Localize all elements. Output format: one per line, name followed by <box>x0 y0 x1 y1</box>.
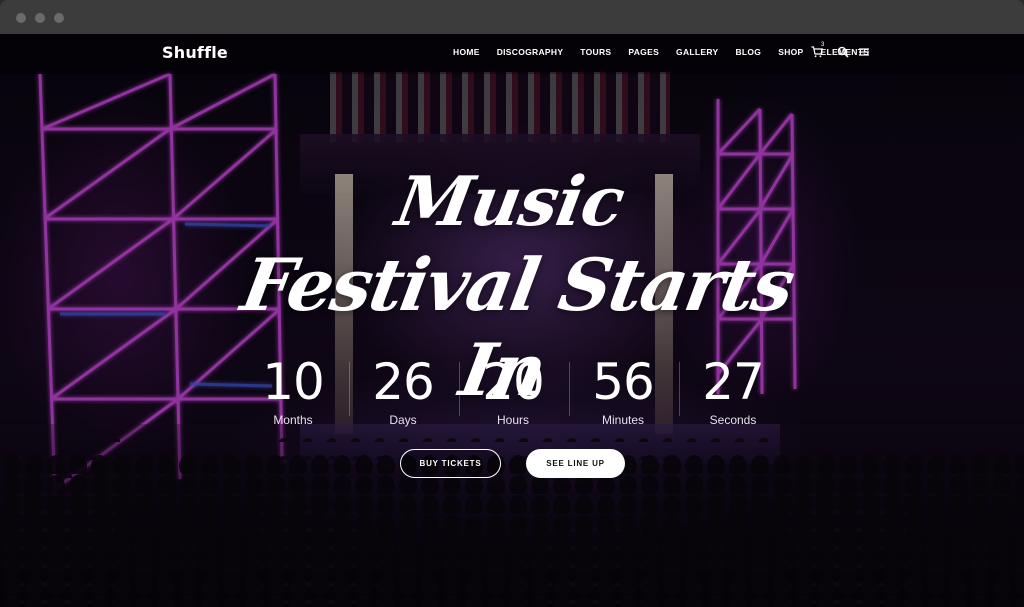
countdown-minutes: 56 Minutes <box>568 354 678 427</box>
cart-count-badge: 3 <box>821 42 825 48</box>
nav-item-blog[interactable]: BLOG <box>735 47 761 57</box>
countdown-label: Hours <box>496 413 529 427</box>
cart-button[interactable]: 3 <box>811 42 825 59</box>
search-icon[interactable] <box>837 46 849 58</box>
page-viewport: Shuffle HOME DISCOGRAPHY TOURS PAGES GAL… <box>0 34 1024 607</box>
countdown-value: 27 <box>702 353 765 411</box>
countdown-value: 10 <box>262 353 325 411</box>
countdown-label: Seconds <box>709 413 757 427</box>
countdown-days: 26 Days <box>348 354 458 427</box>
window-titlebar <box>0 0 1024 34</box>
minimize-dot[interactable] <box>35 13 45 23</box>
close-dot[interactable] <box>16 13 26 23</box>
countdown-months: 10 Months <box>238 354 348 427</box>
buy-tickets-button[interactable]: BUY TICKETS <box>400 449 501 478</box>
top-navbar: Shuffle HOME DISCOGRAPHY TOURS PAGES GAL… <box>0 34 1024 74</box>
hero-title-line1: Music <box>390 162 630 242</box>
countdown-seconds: 27 Seconds <box>678 354 788 427</box>
countdown-value: 20 <box>482 353 545 411</box>
countdown-hours: 20 Hours <box>458 354 568 427</box>
nav-item-discography[interactable]: DISCOGRAPHY <box>497 47 564 57</box>
browser-window: Shuffle HOME DISCOGRAPHY TOURS PAGES GAL… <box>0 0 1024 607</box>
countdown-value: 56 <box>592 353 655 411</box>
nav-item-pages[interactable]: PAGES <box>628 47 659 57</box>
see-line-up-button[interactable]: SEE LINE UP <box>526 449 625 478</box>
nav-icons: 3 <box>811 42 879 59</box>
nav-item-shop[interactable]: SHOP <box>778 47 803 57</box>
countdown-label: Months <box>273 413 313 427</box>
nav-item-tours[interactable]: TOURS <box>580 47 611 57</box>
nav-item-gallery[interactable]: GALLERY <box>676 47 718 57</box>
countdown-value: 26 <box>372 353 435 411</box>
maximize-dot[interactable] <box>54 13 64 23</box>
nav-item-home[interactable]: HOME <box>453 47 480 57</box>
menu-icon[interactable] <box>858 46 870 58</box>
site-logo[interactable]: Shuffle <box>162 43 228 62</box>
countdown-timer: 10 Months 26 Days 20 Hours 56 Minutes 27… <box>238 354 788 434</box>
countdown-label: Minutes <box>601 413 645 427</box>
countdown-label: Days <box>389 413 417 427</box>
